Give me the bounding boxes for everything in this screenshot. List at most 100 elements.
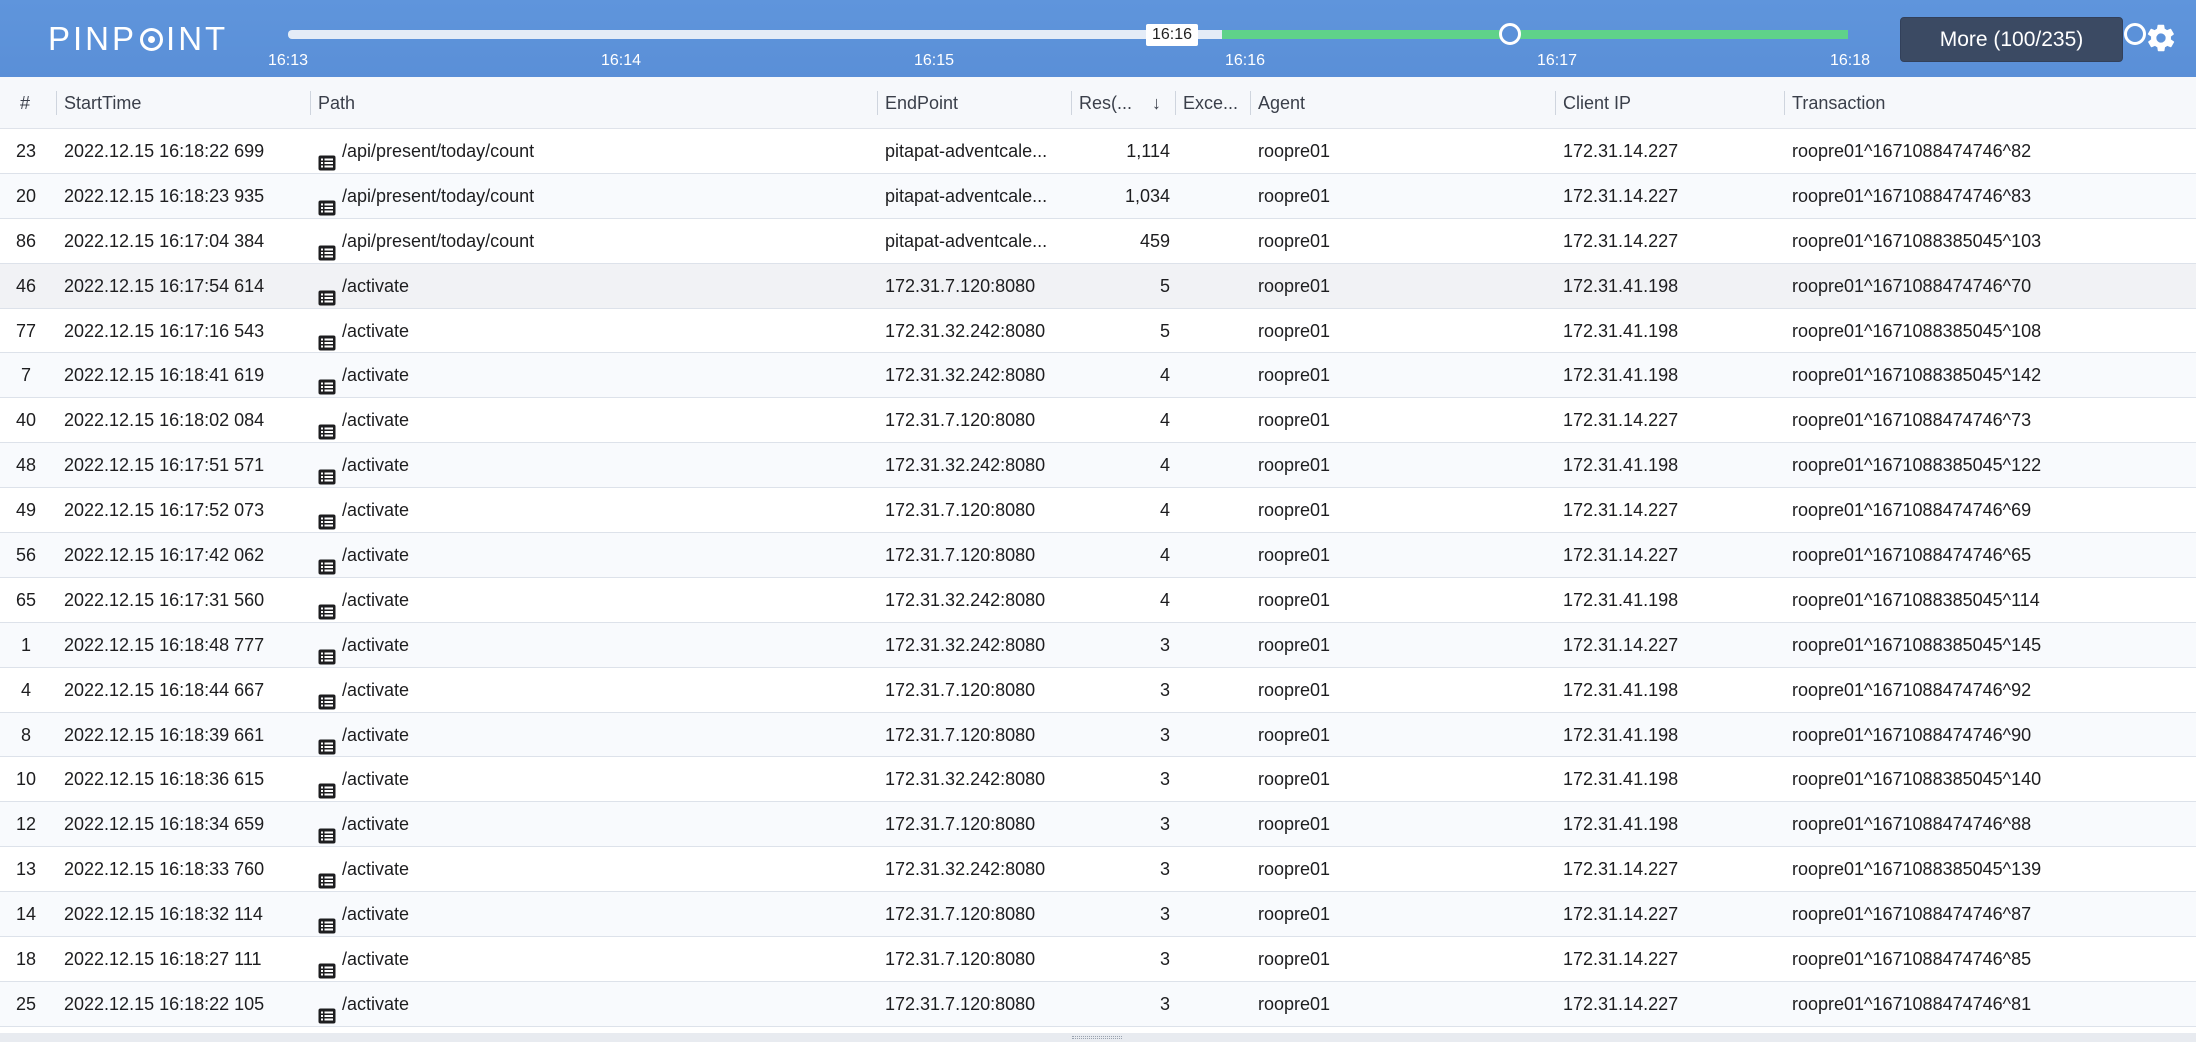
table-row[interactable]: 4 2022.12.15 16:18:44 667/activate 172.31.… [0, 668, 2196, 713]
column-header-response-time[interactable]: Res(... ↓ [1071, 77, 1175, 129]
table-row[interactable]: 7 2022.12.15 16:18:41 619/activate 172.31.… [0, 353, 2196, 399]
response-time-cell: 4 [1159, 589, 1170, 610]
path-cell[interactable]: /activate [318, 488, 868, 532]
path-cell[interactable]: /activate [318, 623, 868, 667]
path-cell[interactable]: /activate [318, 892, 868, 936]
path-cell[interactable]: /activate [318, 668, 868, 712]
path-cell[interactable]: /activate [318, 443, 868, 487]
start-time-cell: 2022.12.15 16:18:48 777 [64, 634, 265, 655]
call-tree-list-icon[interactable] [318, 323, 336, 351]
call-tree-list-icon[interactable] [318, 233, 336, 261]
path-cell[interactable]: /activate [318, 937, 868, 981]
column-divider[interactable] [1555, 91, 1556, 115]
row-number: 7 [20, 365, 31, 386]
call-tree-list-icon[interactable] [318, 771, 336, 799]
column-header-exception[interactable]: Exce... [1175, 77, 1250, 129]
call-tree-list-icon[interactable] [318, 906, 336, 934]
range-end-handle[interactable] [2124, 23, 2146, 45]
path-cell[interactable]: /activate [318, 847, 868, 891]
range-start-handle[interactable] [1499, 23, 1521, 45]
path-cell[interactable]: /api/present/today/count [318, 174, 868, 218]
table-row[interactable]: 20 2022.12.15 16:18:23 935/api/present/to… [0, 173, 2196, 219]
call-tree-list-icon[interactable] [318, 188, 336, 216]
path-cell[interactable]: /api/present/today/count [318, 219, 868, 263]
column-header-starttime[interactable]: StartTime [56, 77, 310, 129]
timeline-tick: 16:18 [1829, 52, 1871, 69]
column-divider[interactable] [1784, 91, 1785, 115]
path-cell[interactable]: /activate [318, 578, 868, 622]
column-divider[interactable] [310, 91, 311, 115]
call-tree-list-icon[interactable] [318, 143, 336, 171]
path-cell[interactable]: /api/present/today/count [318, 129, 868, 173]
path-cell[interactable]: /activate [318, 353, 868, 397]
exception-cell [1180, 174, 1250, 218]
response-time-cell: 4 [1159, 545, 1170, 566]
table-row[interactable]: 77 2022.12.15 16:17:16 543/activate 172.31… [0, 309, 2196, 354]
timeline-selected-range[interactable] [1222, 30, 1848, 39]
table-row[interactable]: 40 2022.12.15 16:18:02 084/activate 172.31… [0, 398, 2196, 444]
table-row[interactable]: 13 2022.12.15 16:18:33 760/activate 172.31… [0, 847, 2196, 893]
path-text: /activate [342, 500, 410, 521]
table-row[interactable]: 86 2022.12.15 16:17:04 384/api/present/to… [0, 219, 2196, 264]
column-divider[interactable] [56, 91, 57, 115]
table-row[interactable]: 10 2022.12.15 16:18:36 615/activate 172.31… [0, 757, 2196, 803]
table-row[interactable]: 1 2022.12.15 16:18:48 777/activate 172.31.… [0, 622, 2196, 668]
table-row[interactable]: 46 2022.12.15 16:17:54 614/activate 172.31… [0, 263, 2196, 309]
column-header-path[interactable]: Path [310, 77, 876, 129]
table-row[interactable]: 25 2022.12.15 16:18:22 105/activate 172.31… [0, 981, 2196, 1027]
table-row[interactable]: 49 2022.12.15 16:17:52 073/activate 172.31… [0, 488, 2196, 534]
call-tree-list-icon[interactable] [318, 861, 336, 889]
call-tree-list-icon[interactable] [318, 682, 336, 710]
call-tree-list-icon[interactable] [318, 502, 336, 530]
call-tree-list-icon[interactable] [318, 637, 336, 665]
call-tree-list-icon[interactable] [318, 412, 336, 440]
resize-grip-icon[interactable] [1072, 1036, 1122, 1039]
table-row[interactable]: 8 2022.12.15 16:18:39 661/activate 172.31.… [0, 712, 2196, 758]
column-header-transaction[interactable]: Transaction [1784, 77, 2196, 129]
path-cell[interactable]: /activate [318, 264, 868, 308]
time-range-slider[interactable] [288, 23, 2146, 45]
call-tree-list-icon[interactable] [318, 547, 336, 575]
range-start-label: 16:16 [1146, 24, 1199, 46]
endpoint-cell: 172.31.7.120:8080 [885, 814, 1036, 835]
table-row[interactable]: 18 2022.12.15 16:18:27 111/activate 172.31… [0, 937, 2196, 982]
column-divider[interactable] [1071, 91, 1072, 115]
path-cell[interactable]: /activate [318, 713, 868, 757]
gear-icon[interactable] [2145, 22, 2177, 54]
call-tree-list-icon[interactable] [318, 367, 336, 395]
path-cell[interactable]: /activate [318, 982, 868, 1026]
column-header-agent[interactable]: Agent [1250, 77, 1555, 129]
call-tree-list-icon[interactable] [318, 951, 336, 979]
column-divider[interactable] [1250, 91, 1251, 115]
column-header-endpoint[interactable]: EndPoint [877, 77, 1071, 129]
path-cell[interactable]: /activate [318, 757, 868, 801]
path-cell[interactable]: /activate [318, 398, 868, 442]
sort-descending-icon[interactable]: ↓ [1152, 77, 1161, 129]
client-ip-cell: 172.31.14.227 [1563, 634, 1679, 655]
table-row[interactable]: 12 2022.12.15 16:18:34 659/activate 172.31… [0, 802, 2196, 848]
table-row[interactable]: 14 2022.12.15 16:18:32 114/activate 172.31… [0, 892, 2196, 938]
column-divider[interactable] [1175, 91, 1176, 115]
pinpoint-logo[interactable]: PINP INT [48, 17, 228, 61]
column-header-label: EndPoint [885, 93, 959, 113]
exception-cell [1180, 129, 1250, 173]
path-cell[interactable]: /activate [318, 533, 868, 577]
call-tree-list-icon[interactable] [318, 996, 336, 1024]
call-tree-list-icon[interactable] [318, 727, 336, 755]
column-header-number[interactable]: # [12, 77, 52, 129]
table-row[interactable]: 48 2022.12.15 16:17:51 571/activate 172.31… [0, 443, 2196, 489]
table-row[interactable]: 23 2022.12.15 16:18:22 699/api/present/to… [0, 129, 2196, 174]
call-tree-list-icon[interactable] [318, 592, 336, 620]
column-divider[interactable] [877, 91, 878, 115]
call-tree-list-icon[interactable] [318, 816, 336, 844]
path-cell[interactable]: /activate [318, 309, 868, 353]
table-row[interactable]: 56 2022.12.15 16:17:42 062/activate 172.31… [0, 533, 2196, 578]
resize-bar[interactable] [0, 1033, 2196, 1042]
column-header-client-ip[interactable]: Client IP [1555, 77, 1784, 129]
call-tree-list-icon[interactable] [318, 457, 336, 485]
start-time-cell: 2022.12.15 16:17:54 614 [64, 275, 265, 296]
table-row[interactable]: 65 2022.12.15 16:17:31 560/activate 172.31… [0, 578, 2196, 623]
path-cell[interactable]: /activate [318, 802, 868, 846]
call-tree-list-icon[interactable] [318, 278, 336, 306]
more-button[interactable]: More (100/235) [1900, 17, 2123, 62]
